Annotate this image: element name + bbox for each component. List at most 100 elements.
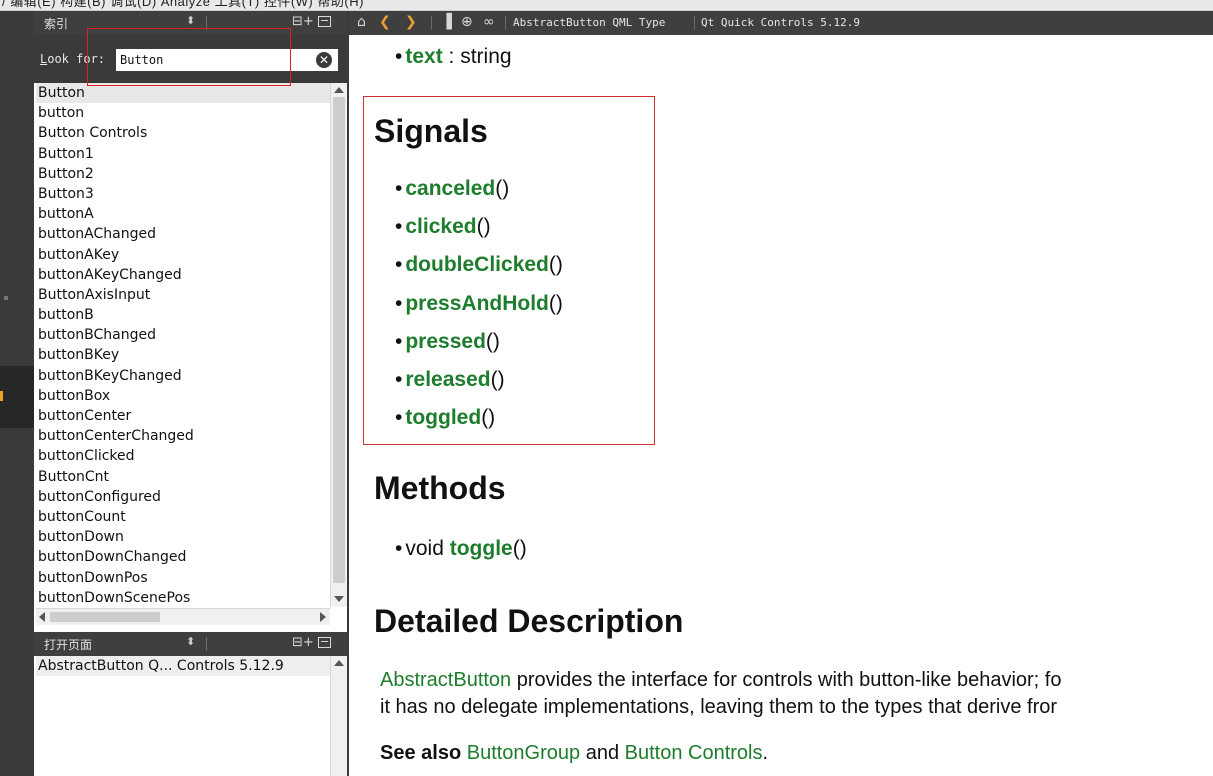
bullet: • [395,406,403,430]
signal-item: • toggled() [395,406,495,430]
index-list-horizontal-scrollbar[interactable] [36,608,330,625]
menu-bar: / 编辑(E) 构建(B) 调试(D) Analyze 工具(T) 控件(W) … [0,0,1213,11]
method-return-type: void [405,537,450,560]
signal-link[interactable]: pressAndHold [405,292,549,315]
open-pages-panel-title[interactable]: 打开页面 [44,636,92,653]
bullet: • [395,253,403,277]
index-list-item[interactable]: Button Controls [36,123,330,143]
horizontal-scrollbar-thumb[interactable] [50,612,160,622]
scroll-right-icon[interactable] [320,612,326,622]
method-link[interactable]: toggle [450,537,513,560]
index-list-item[interactable]: buttonDownScenePos [36,588,330,607]
index-list-item[interactable]: buttonAKey [36,245,330,265]
mode-help-selected[interactable] [0,366,34,428]
index-list-item[interactable]: buttonBKey [36,345,330,365]
property-item: • text : string [395,45,512,69]
index-list-item[interactable]: buttonCenter [36,406,330,426]
index-list[interactable]: Button button Button Controls Button1 Button… [36,83,330,607]
index-list-item[interactable]: buttonBChanged [36,325,330,345]
detailed-description-heading: Detailed Description [374,603,684,639]
index-list-item[interactable]: buttonCenterChanged [36,426,330,446]
close-panel-icon[interactable] [318,637,331,648]
index-list-item[interactable]: buttonA [36,204,330,224]
scrollbar-thumb[interactable] [333,97,345,583]
signal-link[interactable]: pressed [405,330,486,353]
index-list-item[interactable]: buttonCount [36,507,330,527]
signal-parens: () [490,368,505,391]
look-for-input[interactable] [116,49,338,71]
index-list-item[interactable]: ButtonCnt [36,467,330,487]
bookmark-icon[interactable]: ▐ [441,14,452,31]
index-list-item[interactable]: buttonAKeyChanged [36,265,330,285]
open-pages-panel-header: 打开页面 ⬍ ⊟+ [34,632,347,656]
index-list-item[interactable]: buttonB [36,305,330,325]
index-panel-title[interactable]: 索引 [44,15,68,32]
see-also-end: . [762,742,769,764]
globe-icon[interactable]: ⊕ [461,14,473,31]
active-mode-marker [0,391,3,401]
signal-link[interactable]: clicked [405,215,476,238]
signal-item: • doubleClicked() [395,253,563,277]
index-list-item[interactable]: buttonBox [36,386,330,406]
index-list-item[interactable]: Button3 [36,184,330,204]
scroll-up-icon[interactable] [334,87,344,93]
index-list-item[interactable]: buttonAChanged [36,224,330,244]
scroll-left-icon[interactable] [39,612,45,622]
description-line-2: it has no delegate implementations, leav… [380,696,1058,718]
signal-link[interactable]: canceled [405,177,495,200]
signal-link[interactable]: toggled [405,406,481,429]
clear-search-icon[interactable]: ✕ [316,52,332,68]
combo-arrows-icon[interactable]: ⬍ [186,14,195,27]
index-list-item[interactable]: buttonDown [36,527,330,547]
abstractbutton-link[interactable]: AbstractButton [380,669,511,691]
signal-link[interactable]: released [405,368,490,391]
see-also-and: and [580,742,625,764]
bullet: • [395,537,403,560]
see-also-line: See also ButtonGroup and Button Controls… [380,742,768,765]
help-sidebar: 索引 ⬍ ⊟+ Look for: ✕ ButtonbuttonButton C… [34,11,347,776]
index-list-item[interactable]: buttonConfigured [36,487,330,507]
split-panel-icon[interactable]: ⊟+ [292,635,314,650]
signal-item: • clicked() [395,215,491,239]
index-panel-header: 索引 ⬍ ⊟+ [34,11,347,35]
buttongroup-link[interactable]: ButtonGroup [467,742,580,764]
signal-link[interactable]: doubleClicked [405,253,549,276]
split-panel-icon[interactable]: ⊟+ [292,14,314,29]
index-list-item[interactable]: buttonBKeyChanged [36,366,330,386]
doc-title: AbstractButton QML Type [513,16,666,29]
open-page-item[interactable]: AbstractButton Q... Controls 5.12.9 [36,656,330,676]
home-icon[interactable]: ⌂ [357,14,366,31]
back-icon[interactable]: ❮ [379,14,391,31]
property-type: : string [442,45,512,68]
index-list-item[interactable]: Button1 [36,144,330,164]
signal-item: • pressAndHold() [395,292,563,316]
bullet: • [395,291,403,315]
index-list-item[interactable]: Button [36,83,330,104]
close-panel-icon[interactable] [318,16,331,27]
look-for-label: Look for: [40,52,106,66]
scroll-down-icon[interactable] [334,596,344,602]
open-pages-vertical-scrollbar[interactable] [330,656,347,776]
toolbar-divider [431,16,432,30]
see-also-label: See also [380,742,462,764]
index-list-vertical-scrollbar[interactable] [330,83,347,607]
index-list-item[interactable]: buttonDownPos [36,568,330,588]
signal-parens: () [495,177,510,200]
open-pages-list[interactable]: AbstractButton Q... Controls 5.12.9 [36,656,330,776]
index-list-item[interactable]: buttonDownChanged [36,547,330,567]
toolbar-divider [694,16,695,30]
toolbar-divider [505,16,506,30]
index-list-item[interactable]: buttonClicked [36,446,330,466]
index-list-item[interactable]: ButtonAxisInput [36,285,330,305]
button-controls-link[interactable]: Button Controls [625,742,763,764]
methods-heading: Methods [374,470,506,506]
forward-icon[interactable]: ❯ [405,14,417,31]
index-list-item[interactable]: button [36,103,330,123]
description-line-1: AbstractButton provides the interface fo… [380,669,1061,692]
bullet: • [395,45,403,68]
link-icon[interactable]: ∞ [483,14,495,31]
scroll-up-icon[interactable] [334,660,344,666]
combo-arrows-icon[interactable]: ⬍ [186,635,195,648]
property-link[interactable]: text [405,45,442,68]
index-list-item[interactable]: Button2 [36,164,330,184]
